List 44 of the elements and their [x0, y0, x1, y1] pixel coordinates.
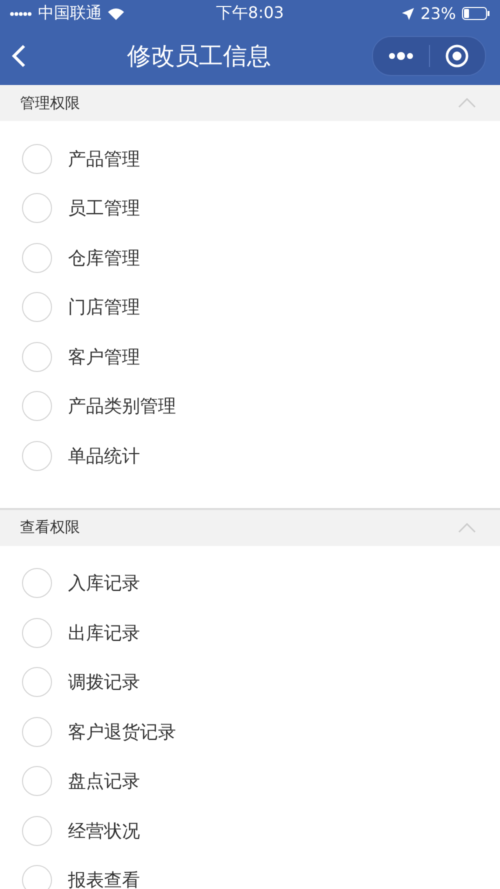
option-label: 产品类别管理: [68, 395, 176, 418]
radio-button[interactable]: [22, 716, 52, 747]
radio-button[interactable]: [22, 440, 52, 471]
radio-button[interactable]: [22, 618, 52, 648]
radio-button[interactable]: [22, 865, 52, 889]
radio-button[interactable]: [22, 816, 52, 846]
back-icon[interactable]: [12, 44, 26, 68]
caret-up-icon[interactable]: [458, 98, 476, 108]
clock-time: 下午8:03: [216, 3, 284, 24]
battery-icon: [462, 7, 490, 20]
section-header[interactable]: 管理权限: [0, 85, 500, 121]
radio-button[interactable]: [22, 292, 52, 322]
more-icon[interactable]: [388, 52, 414, 60]
radio-button[interactable]: [22, 342, 52, 372]
radio-button[interactable]: [22, 667, 52, 698]
radio-button[interactable]: [22, 568, 52, 598]
radio-button[interactable]: [22, 391, 52, 422]
option-label: 盘点记录: [68, 770, 140, 794]
option-label: 客户退货记录: [68, 720, 176, 744]
location-icon: [402, 8, 414, 20]
caret-up-icon[interactable]: [458, 522, 476, 532]
option-label: 经营状况: [68, 820, 140, 843]
option-label: 报表查看: [68, 869, 140, 889]
radio-button[interactable]: [22, 242, 52, 273]
option-label: 产品管理: [68, 148, 140, 171]
option-label: 单品统计: [68, 444, 140, 468]
wifi-icon: [108, 8, 124, 20]
option-label: 调拨记录: [68, 671, 140, 694]
option-label: 门店管理: [68, 296, 140, 320]
radio-button[interactable]: [22, 193, 52, 224]
section-title: 管理权限: [20, 94, 80, 112]
option-label: 出库记录: [68, 622, 140, 645]
option-label: 客户管理: [68, 346, 140, 369]
section-header[interactable]: 查看权限: [0, 510, 500, 546]
close-icon[interactable]: [445, 44, 470, 68]
option-label: 仓库管理: [68, 246, 140, 270]
radio-button[interactable]: [22, 144, 52, 174]
page-title: 修改员工信息: [127, 41, 271, 72]
section-title: 查看权限: [20, 518, 80, 537]
carrier-name: 中国联通: [38, 3, 102, 24]
option-label: 员工管理: [68, 197, 140, 220]
radio-button[interactable]: [22, 766, 52, 796]
battery-percent: 23%: [420, 4, 456, 23]
option-label: 入库记录: [68, 572, 140, 596]
